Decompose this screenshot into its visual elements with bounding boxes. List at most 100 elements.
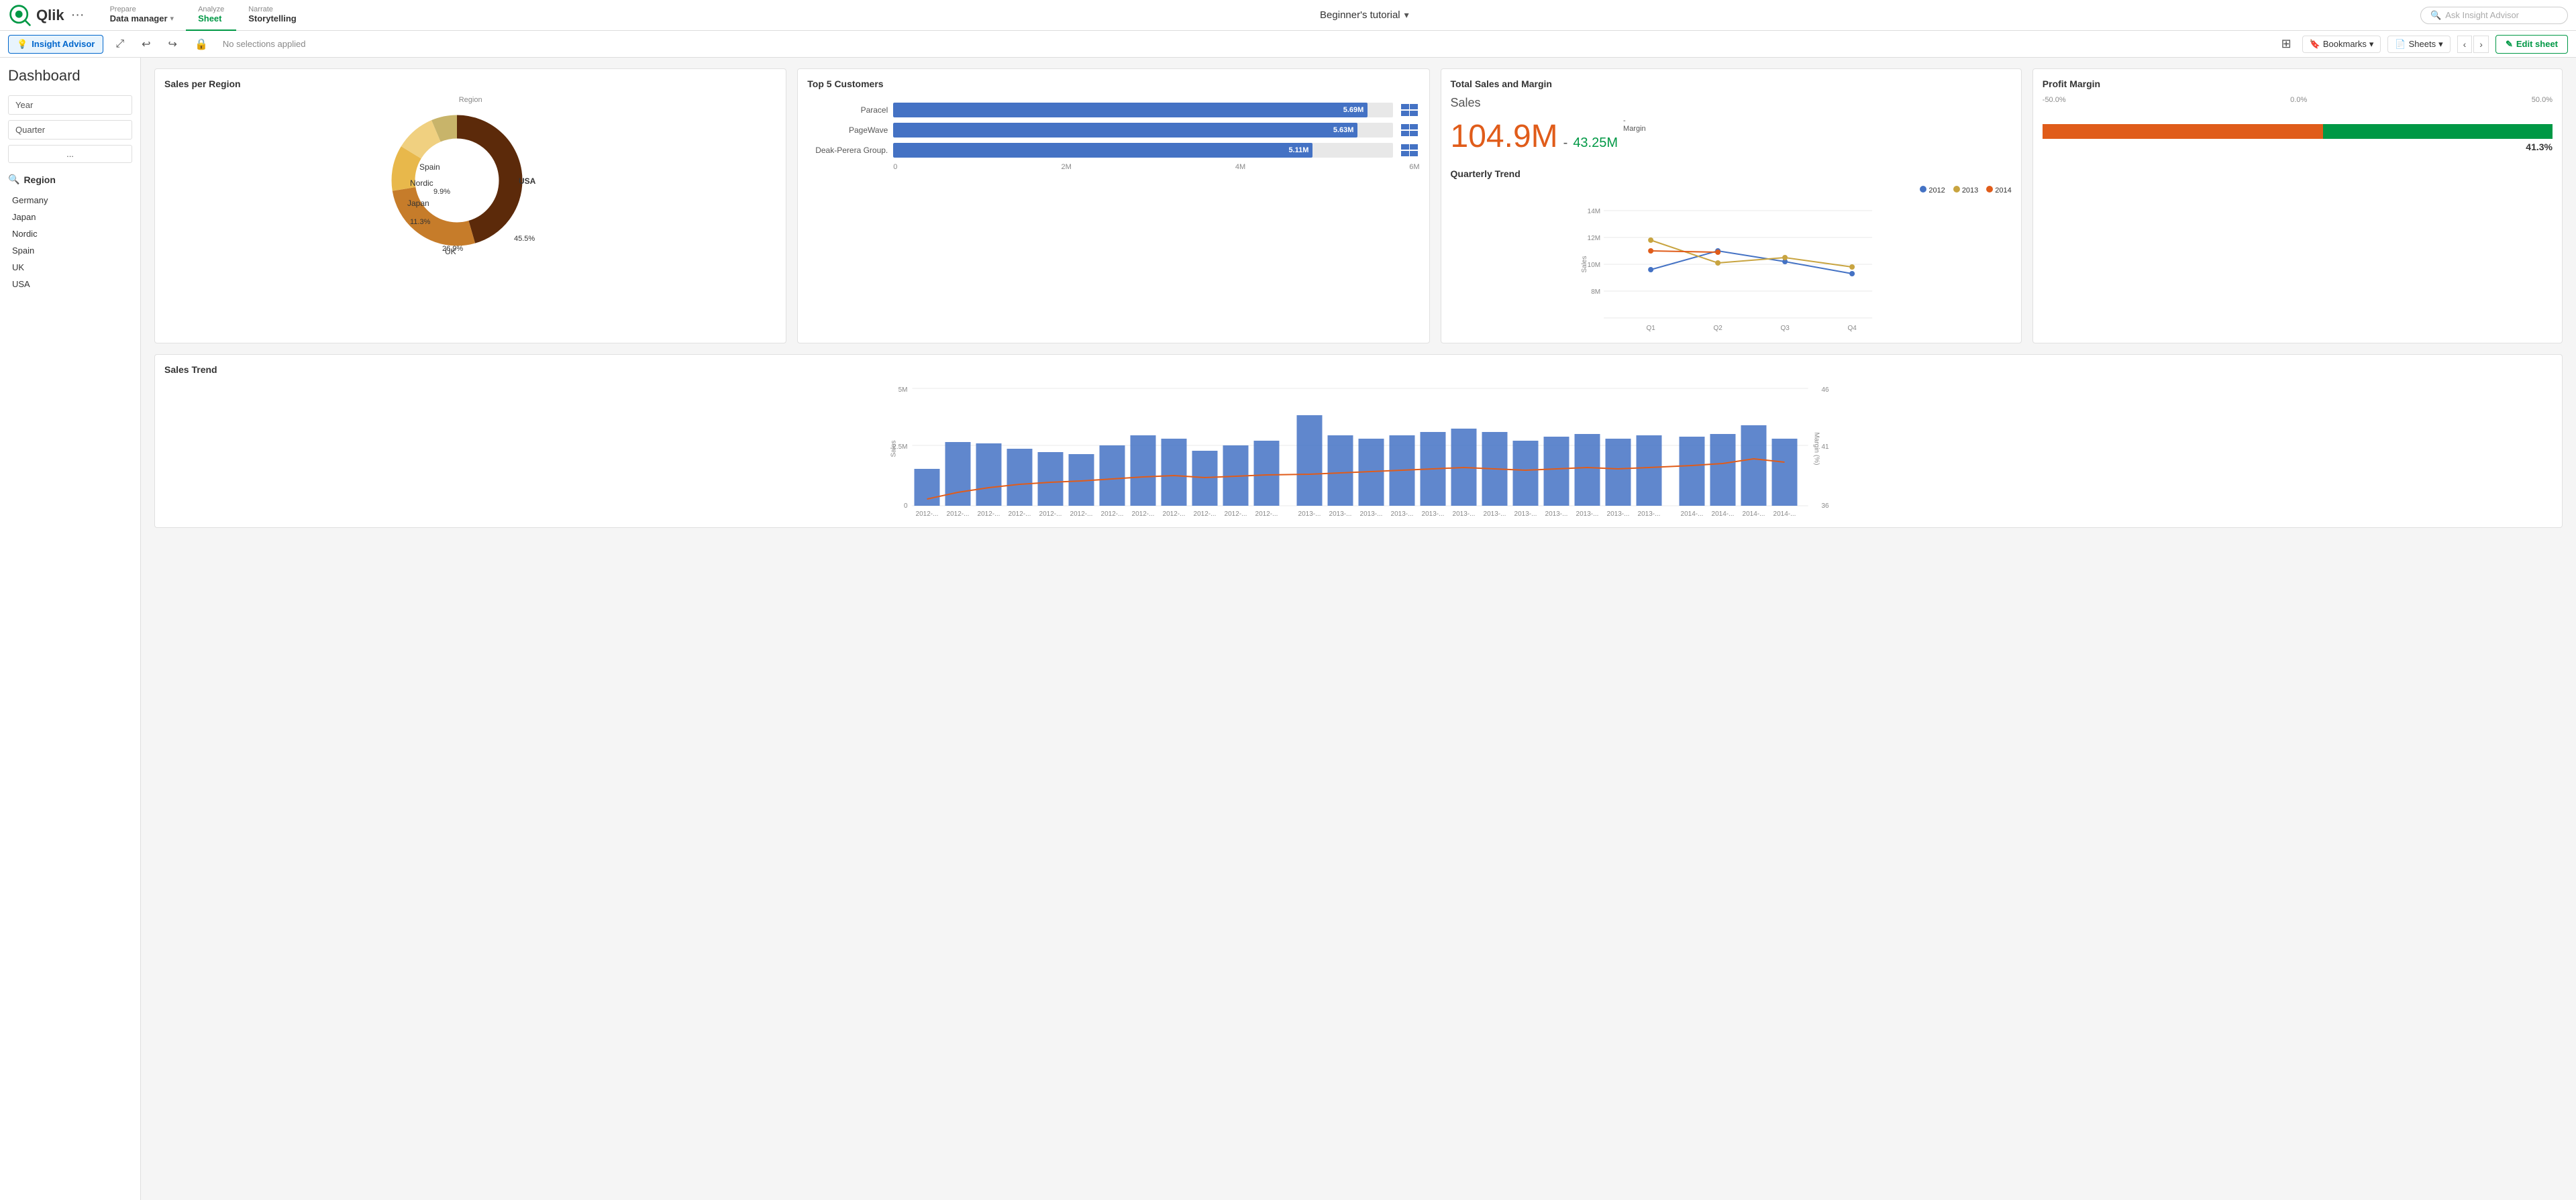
undo-icon[interactable]: ↩: [136, 35, 156, 54]
legend-2014: 2014: [1986, 186, 2011, 195]
bar-pagewave: PageWave 5.63M: [807, 123, 1419, 138]
profit-value: 41.3%: [2043, 142, 2553, 152]
svg-text:Spain: Spain: [419, 162, 440, 172]
row-2: Sales Trend 5M 2.5M 0 46 41 36 Sales Mar…: [154, 354, 2563, 528]
sales-trend-card: Sales Trend 5M 2.5M 0 46 41 36 Sales Mar…: [154, 354, 2563, 528]
bar-fill-paracel: 5.69M: [893, 103, 1368, 117]
sheets-button[interactable]: 📄 Sheets ▾: [2387, 36, 2450, 53]
tab-analyze-pre: Analyze: [198, 5, 224, 13]
svg-text:USA: USA: [519, 176, 536, 186]
svg-text:2012-...: 2012-...: [1039, 510, 1062, 518]
region-section-title: 🔍 Region: [8, 174, 132, 185]
chevron-down-icon[interactable]: ▾: [1404, 9, 1409, 21]
svg-text:Q3: Q3: [1780, 325, 1790, 332]
tab-prepare-pre: Prepare: [110, 5, 174, 13]
bar-value-deak: 5.11M: [1288, 146, 1308, 154]
donut-legend-label: Region: [164, 96, 776, 104]
more-filters[interactable]: ...: [8, 145, 132, 163]
total-sales-card: Total Sales and Margin Sales 104.9M - 43…: [1441, 68, 2022, 343]
grid-view-icon[interactable]: ⊞: [2277, 34, 2296, 54]
edit-sheet-button[interactable]: ✎ Edit sheet: [2495, 35, 2568, 54]
tab-analyze[interactable]: Analyze Sheet: [186, 0, 236, 31]
sales-trend-chart: 5M 2.5M 0 46 41 36 Sales Margin (%): [164, 382, 2553, 516]
qlik-logo[interactable]: Qlik: [8, 3, 64, 28]
lock-icon[interactable]: 🔒: [189, 35, 213, 54]
svg-text:9.9%: 9.9%: [433, 188, 450, 196]
bar-fill-deak: 5.11M: [893, 143, 1312, 158]
bar-deak: Deak-Perera Group. 5.11M: [807, 143, 1419, 158]
svg-text:2012-...: 2012-...: [1163, 510, 1186, 518]
svg-text:2013-...: 2013-...: [1484, 510, 1506, 518]
tab-narrate[interactable]: Narrate Storytelling: [236, 0, 309, 31]
prev-sheet-button[interactable]: ‹: [2457, 36, 2473, 53]
dashboard-title: Dashboard: [8, 67, 132, 85]
region-item-japan[interactable]: Japan: [8, 209, 132, 225]
top-nav: Qlik ··· Prepare Data manager ▾ Analyze …: [0, 0, 2576, 31]
svg-text:2012-...: 2012-...: [1009, 510, 1031, 518]
svg-text:Sales: Sales: [1581, 256, 1588, 272]
tab-prepare[interactable]: Prepare Data manager ▾: [98, 0, 187, 31]
svg-text:2013-...: 2013-...: [1298, 510, 1321, 518]
bar-value-pagewave: 5.63M: [1333, 126, 1354, 134]
svg-text:Sales: Sales: [890, 440, 898, 457]
dashboard-area: Sales per Region Region: [141, 58, 2576, 1200]
chevron-down-icon: ▾: [170, 14, 174, 23]
svg-text:45.5%: 45.5%: [514, 235, 535, 243]
bookmarks-button[interactable]: 🔖 Bookmarks ▾: [2302, 36, 2381, 53]
svg-text:12M: 12M: [1587, 235, 1600, 242]
svg-text:2012-...: 2012-...: [947, 510, 970, 518]
profit-bar: [2043, 124, 2553, 139]
svg-text:41: 41: [1822, 443, 1830, 451]
ask-advisor-box[interactable]: 🔍 Ask Insight Advisor: [2420, 7, 2568, 24]
mini-bars-deak: [1401, 144, 1420, 156]
qlik-text: Qlik: [36, 7, 64, 24]
bar-wrap-pagewave: 5.63M: [893, 123, 1392, 138]
tab-narrate-main: Storytelling: [248, 13, 297, 23]
svg-text:2012-...: 2012-...: [1070, 510, 1093, 518]
profit-margin-title: Profit Margin: [2043, 78, 2553, 89]
svg-text:2014-...: 2014-...: [1743, 510, 1765, 518]
region-item-spain[interactable]: Spain: [8, 242, 132, 259]
margin-value: 43.25M: [1573, 135, 1618, 151]
expand-icon[interactable]: ⤢: [110, 36, 130, 53]
svg-text:10M: 10M: [1587, 262, 1600, 269]
nav-more-icon[interactable]: ···: [71, 7, 85, 23]
svg-text:2013-...: 2013-...: [1329, 510, 1352, 518]
region-item-nordic[interactable]: Nordic: [8, 225, 132, 242]
svg-text:Q2: Q2: [1713, 325, 1722, 332]
redo-icon[interactable]: ↪: [163, 35, 183, 54]
bar-axis: 02M4M6M: [807, 163, 1419, 171]
bar-label-pagewave: PageWave: [807, 125, 888, 135]
region-item-usa[interactable]: USA: [8, 276, 132, 292]
svg-text:2013-...: 2013-...: [1514, 510, 1537, 518]
svg-text:Q1: Q1: [1646, 325, 1655, 332]
tab-analyze-main: Sheet: [198, 13, 224, 23]
sales-value: 104.9M: [1451, 118, 1558, 155]
svg-text:2012-...: 2012-...: [1255, 510, 1278, 518]
search-icon: 🔍: [8, 174, 19, 185]
bar-paracel: Paracel 5.69M: [807, 103, 1419, 117]
profit-bar-red: [2043, 124, 2323, 139]
row-1: Sales per Region Region: [154, 68, 2563, 343]
region-item-uk[interactable]: UK: [8, 259, 132, 276]
year-filter[interactable]: Year: [8, 95, 132, 115]
svg-text:Nordic: Nordic: [410, 178, 433, 188]
sales-label: Sales: [1451, 96, 2012, 110]
region-item-germany[interactable]: Germany: [8, 192, 132, 209]
svg-text:2013-...: 2013-...: [1360, 510, 1383, 518]
svg-text:Margin (%): Margin (%): [1813, 433, 1820, 466]
svg-text:2012-...: 2012-...: [1101, 510, 1124, 518]
svg-text:46: 46: [1822, 386, 1830, 394]
insight-advisor-button[interactable]: 💡 Insight Advisor: [8, 35, 103, 54]
legend-2012: 2012: [1920, 186, 1945, 195]
insight-label: Insight Advisor: [32, 39, 95, 49]
quarter-filter[interactable]: Quarter: [8, 120, 132, 140]
donut-chart: USA 45.5% 26.9% 11.3% 9.9% Japan Nordic …: [164, 107, 776, 254]
svg-text:2012-...: 2012-...: [1194, 510, 1217, 518]
margin-label-text: -Margin: [1623, 117, 1646, 133]
next-sheet-button[interactable]: ›: [2473, 36, 2489, 53]
tab-narrate-pre: Narrate: [248, 5, 297, 13]
mini-bars-paracel: [1401, 104, 1420, 116]
edit-icon: ✎: [2506, 39, 2513, 50]
top5-title: Top 5 Customers: [807, 78, 1419, 89]
